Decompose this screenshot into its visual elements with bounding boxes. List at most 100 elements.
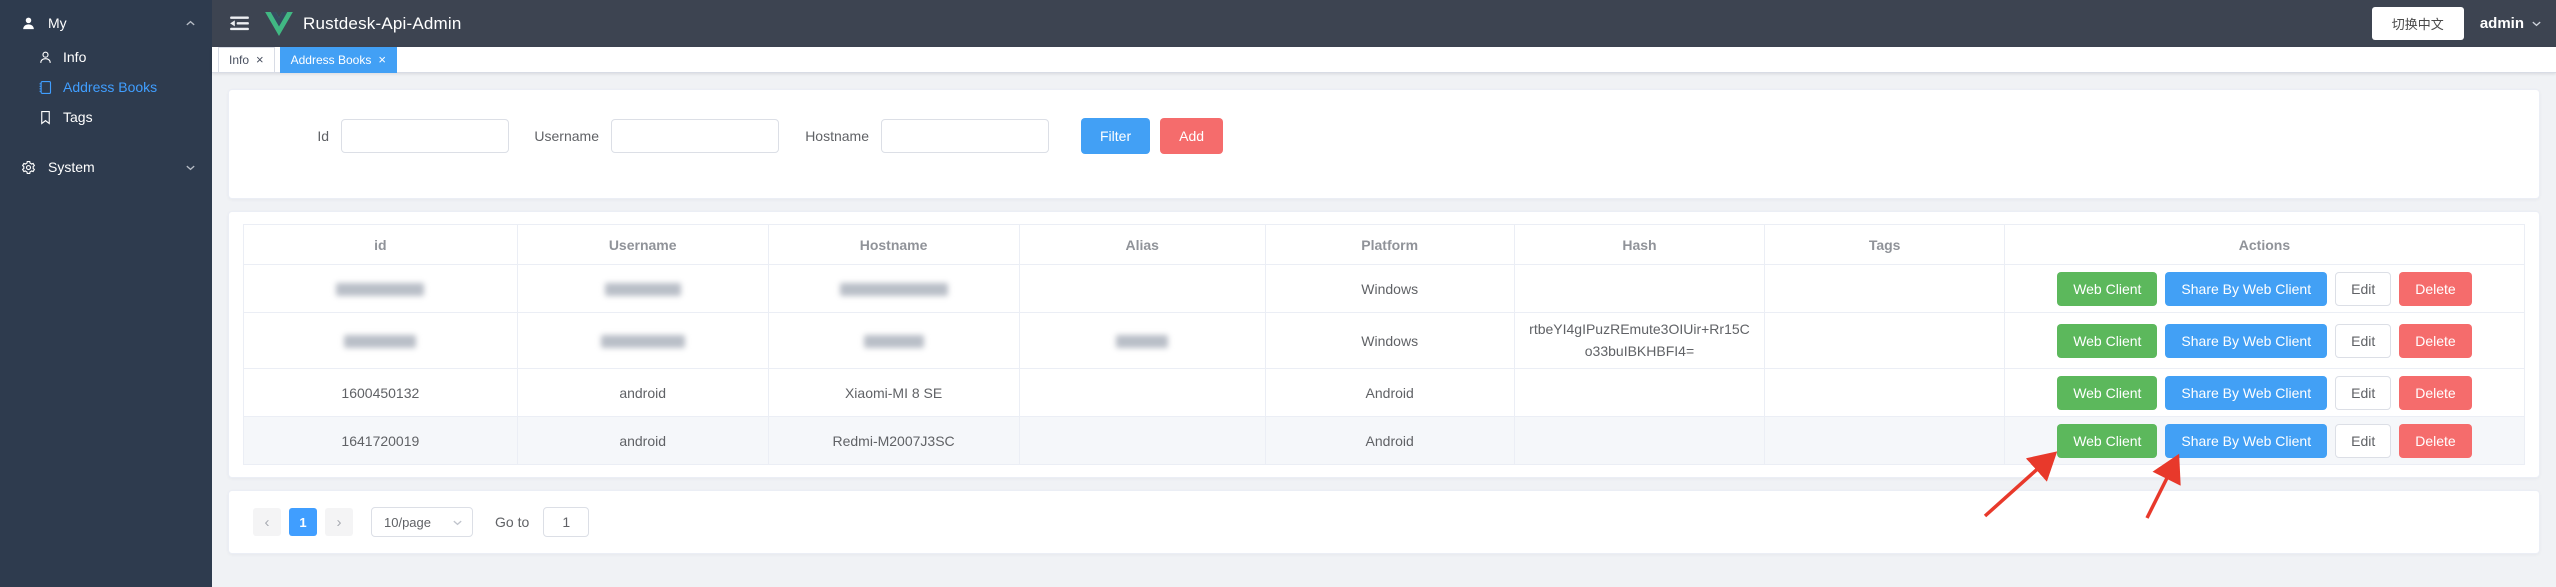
- cell-hostname: Redmi-M2007J3SC: [768, 417, 1019, 465]
- redacted-value: [336, 283, 424, 296]
- sidebar-item-tags[interactable]: Tags: [0, 102, 212, 132]
- share-by-web-client-button[interactable]: Share By Web Client: [2165, 424, 2327, 458]
- tab-label: Address Books: [291, 53, 372, 67]
- cell-platform: Windows: [1265, 313, 1514, 369]
- sidebar-group-my-label: My: [48, 15, 185, 31]
- web-client-button[interactable]: Web Client: [2057, 324, 2157, 358]
- hostname-input[interactable]: [881, 119, 1049, 153]
- column-header-hostname: Hostname: [768, 225, 1019, 265]
- redacted-value: [605, 283, 681, 296]
- table-body: WindowsWeb ClientShare By Web ClientEdit…: [244, 265, 2525, 465]
- cell-tags: [1765, 313, 2005, 369]
- column-header-alias: Alias: [1019, 225, 1265, 265]
- user-menu[interactable]: admin: [2480, 15, 2542, 32]
- app-title: Rustdesk-Api-Admin: [303, 14, 462, 34]
- cell-hostname: Xiaomi-MI 8 SE: [768, 369, 1019, 417]
- sidebar-group-system[interactable]: System: [0, 150, 212, 184]
- cell-hash: rtbeYI4gIPuzREmute3OIUir+Rr15Co33buIBKHB…: [1514, 313, 1765, 369]
- cell-actions: Web ClientShare By Web ClientEditDelete: [2004, 265, 2524, 313]
- chevron-up-icon: [185, 18, 196, 29]
- cell-id: 1600450132: [244, 369, 518, 417]
- cell-id: 1641720019: [244, 417, 518, 465]
- cell-id: [244, 265, 518, 313]
- redacted-value: [344, 335, 416, 348]
- web-client-button[interactable]: Web Client: [2057, 424, 2157, 458]
- sidebar-group-system-label: System: [48, 159, 185, 175]
- close-icon[interactable]: ×: [378, 53, 386, 66]
- edit-button[interactable]: Edit: [2335, 424, 2391, 458]
- cell-tags: [1765, 265, 2005, 313]
- filter-field-label: Username: [509, 128, 599, 144]
- sidebar: My Info Address Books Tags System: [0, 0, 212, 587]
- id-input[interactable]: [341, 119, 509, 153]
- username-input[interactable]: [611, 119, 779, 153]
- tab-bar: Info × Address Books ×: [212, 47, 2556, 73]
- goto-label: Go to: [495, 514, 529, 530]
- web-client-button[interactable]: Web Client: [2057, 376, 2157, 410]
- page-size-select[interactable]: 10/page: [371, 507, 473, 537]
- prev-page-button[interactable]: ‹: [253, 508, 281, 536]
- cell-alias: [1019, 369, 1265, 417]
- hash-value: rtbeYI4gIPuzREmute3OIUir+Rr15Co33buIBKHB…: [1525, 313, 1753, 368]
- edit-button[interactable]: Edit: [2335, 324, 2391, 358]
- vue-logo: [265, 12, 293, 36]
- cell-id: [244, 313, 518, 369]
- next-page-button[interactable]: ›: [325, 508, 353, 536]
- page-number-button[interactable]: 1: [289, 508, 317, 536]
- page-size-value: 10/page: [384, 515, 431, 530]
- column-header-hash: Hash: [1514, 225, 1765, 265]
- sidebar-item-label: Address Books: [63, 79, 157, 95]
- cell-platform: Android: [1265, 417, 1514, 465]
- cell-actions: Web ClientShare By Web ClientEditDelete: [2004, 417, 2524, 465]
- cell-actions: Web ClientShare By Web ClientEditDelete: [2004, 369, 2524, 417]
- delete-button[interactable]: Delete: [2399, 424, 2471, 458]
- app-window: My InfoAddress BooksTags System Rustdes: [0, 0, 2556, 587]
- redacted-value: [1116, 335, 1168, 348]
- cell-hash: [1514, 417, 1765, 465]
- tab-info[interactable]: Info ×: [218, 47, 275, 73]
- cell-hash: [1514, 265, 1765, 313]
- share-by-web-client-button[interactable]: Share By Web Client: [2165, 376, 2327, 410]
- address-books-table: idUsernameHostnameAliasPlatformHashTagsA…: [243, 224, 2525, 465]
- web-client-button[interactable]: Web Client: [2057, 272, 2157, 306]
- column-header-id: id: [244, 225, 518, 265]
- cell-tags: [1765, 369, 2005, 417]
- close-icon[interactable]: ×: [256, 53, 264, 66]
- share-by-web-client-button[interactable]: Share By Web Client: [2165, 272, 2327, 306]
- chevron-down-icon: [2531, 18, 2542, 29]
- filter-field-label: Hostname: [779, 128, 869, 144]
- sidebar-item-label: Info: [63, 49, 86, 65]
- edit-button[interactable]: Edit: [2335, 376, 2391, 410]
- delete-button[interactable]: Delete: [2399, 272, 2471, 306]
- cell-hostname: [768, 313, 1019, 369]
- chevron-down-icon: [452, 517, 463, 528]
- bookmark-icon: [38, 110, 53, 125]
- table-header-row: idUsernameHostnameAliasPlatformHashTagsA…: [244, 225, 2525, 265]
- delete-button[interactable]: Delete: [2399, 324, 2471, 358]
- cell-hash: [1514, 369, 1765, 417]
- sidebar-item-address-books[interactable]: Address Books: [0, 72, 212, 102]
- column-header-actions: Actions: [2004, 225, 2524, 265]
- hamburger-icon[interactable]: [226, 12, 253, 35]
- add-button[interactable]: Add: [1160, 118, 1223, 154]
- goto-page-input[interactable]: [543, 507, 589, 537]
- table-row: WindowsrtbeYI4gIPuzREmute3OIUir+Rr15Co33…: [244, 313, 2525, 369]
- cell-username: android: [517, 417, 768, 465]
- filter-field-hostname: Hostname: [779, 119, 1049, 153]
- tab-label: Info: [229, 53, 249, 67]
- sidebar-item-info[interactable]: Info: [0, 42, 212, 72]
- share-by-web-client-button[interactable]: Share By Web Client: [2165, 324, 2327, 358]
- sidebar-item-label: Tags: [63, 109, 93, 125]
- profile-icon: [38, 50, 53, 65]
- sidebar-group-my[interactable]: My: [0, 6, 212, 40]
- cell-actions: Web ClientShare By Web ClientEditDelete: [2004, 313, 2524, 369]
- switch-language-button[interactable]: 切换中文: [2372, 7, 2464, 40]
- cell-alias: [1019, 265, 1265, 313]
- top-header: Rustdesk-Api-Admin 切换中文 admin: [212, 0, 2556, 47]
- edit-button[interactable]: Edit: [2335, 272, 2391, 306]
- cell-platform: Android: [1265, 369, 1514, 417]
- filter-button[interactable]: Filter: [1081, 118, 1150, 154]
- delete-button[interactable]: Delete: [2399, 376, 2471, 410]
- tab-address-books[interactable]: Address Books ×: [280, 47, 397, 73]
- redacted-value: [601, 335, 685, 348]
